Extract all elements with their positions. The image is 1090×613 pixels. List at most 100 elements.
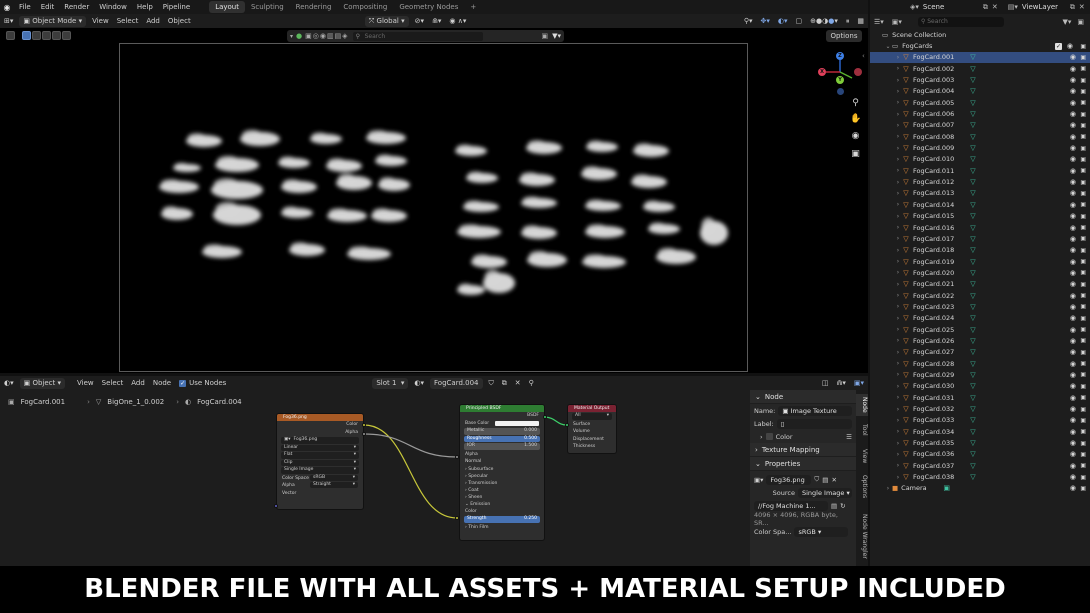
node-menu-node[interactable]: Node [149,378,175,389]
outliner-item[interactable]: › ▽ FogCard.021 ▽ ◉ ▣ [870,279,1090,290]
outliner-item[interactable]: › ▽ FogCard.010 ▽ ◉ ▣ [870,154,1090,165]
color-space-row[interactable]: Color Space sRGB ▾ [277,474,363,483]
tab-node[interactable]: Node [856,394,868,416]
outliner-item[interactable]: › ▽ FogCard.020 ▽ ◉ ▣ [870,267,1090,278]
camera-restrict-icon[interactable]: ▣ [1080,440,1086,447]
tool-toggle-icon[interactable] [6,31,15,40]
eye-icon[interactable]: ◉ [1070,76,1076,84]
menu-render[interactable]: Render [59,3,94,11]
emission-strength-slider[interactable]: Strength 0.250 [464,516,540,523]
camera-restrict-icon[interactable]: ▣ [1080,156,1086,163]
camera-restrict-icon[interactable]: ▣ [1080,247,1086,254]
eye-icon[interactable]: ◉ [1070,246,1076,254]
chevron-right-icon[interactable]: › [894,111,902,118]
shader-editor-type-icon[interactable]: ◐▾ [0,378,18,389]
panel-thin-film[interactable]: › Thin Film [460,524,544,532]
filter-chevron-icon[interactable]: ▾ [290,33,293,40]
chevron-right-icon[interactable]: › [894,326,902,333]
chevron-right-icon[interactable]: › [894,179,902,186]
outliner-item[interactable]: › ▽ FogCard.013 ▽ ◉ ▣ [870,188,1090,199]
outliner-item[interactable]: › ▽ FogCard.003 ▽ ◉ ▣ [870,74,1090,85]
eye-icon[interactable]: ◉ [1070,53,1076,61]
source-dropdown[interactable]: Single Image ▾ [281,467,359,474]
select-extend-icon[interactable] [32,31,41,40]
eye-icon[interactable]: ◉ [1070,462,1076,470]
chevron-right-icon[interactable]: › [894,54,902,61]
camera-restrict-icon[interactable]: ▣ [1080,371,1086,378]
outliner-item[interactable]: › ▽ FogCard.008 ▽ ◉ ▣ [870,131,1090,142]
outliner-item[interactable]: › ▽ FogCard.006 ▽ ◉ ▣ [870,108,1090,119]
image-browse-icon[interactable]: ▣▾ [754,476,763,484]
outliner-item[interactable]: › ▽ FogCard.032 ▽ ◉ ▣ [870,403,1090,414]
filter-icons[interactable]: ▣◎◉▥▤◈ [305,32,348,40]
snap-icon[interactable]: ⋒▾ [428,16,445,27]
fake-user-shield-icon[interactable]: ⛉ [485,378,498,389]
outliner-item[interactable]: › ▽ FogCard.029 ▽ ◉ ▣ [870,369,1090,380]
fake-user-icon[interactable]: ⛉ [814,475,819,484]
outliner-item[interactable]: › ▽ FogCard.011 ▽ ◉ ▣ [870,165,1090,176]
camera-restrict-icon[interactable]: ▣ [1080,462,1086,469]
eye-icon[interactable]: ◉ [1070,326,1076,334]
funnel-icon[interactable]: ▼▾ [552,32,561,40]
menu-file[interactable]: File [14,3,36,11]
snap-node-icon[interactable]: ⋒▾ [832,378,849,389]
outliner-item[interactable]: › ▽ FogCard.014 ▽ ◉ ▣ [870,199,1090,210]
chevron-right-icon[interactable]: › [894,235,902,242]
chevron-right-icon[interactable]: › [894,167,902,174]
fogcards-collection-row[interactable]: ⌄ ▭ FogCards ✓ ◉ ▣ [870,40,1090,51]
outliner-item[interactable]: › ▽ FogCard.031 ▽ ◉ ▣ [870,392,1090,403]
gizmo-neg-x-icon[interactable] [854,68,862,76]
eye-icon[interactable]: ◉ [1070,314,1076,322]
xray-icon[interactable]: ▢ [792,16,807,27]
chevron-right-icon[interactable]: › [894,440,902,447]
camera-restrict-icon[interactable]: ▣ [1080,315,1086,322]
filepath-field[interactable]: //Fog Machine 1... [754,500,828,511]
eye-icon[interactable]: ◉ [1070,484,1076,492]
gizmo-z-icon[interactable]: Z [836,52,844,60]
outliner-search-input[interactable]: ⚲ Search [917,16,1004,27]
scene-icon[interactable]: ◈▾ [910,3,919,11]
eye-icon[interactable]: ◉ [1070,133,1076,141]
camera-restrict-icon[interactable]: ▣ [1080,281,1086,288]
options-dropdown[interactable]: Options [826,30,862,42]
camera-restrict-icon[interactable]: ▣ [1080,43,1086,50]
eye-icon[interactable]: ◉ [1070,87,1076,95]
node-object-dropdown[interactable]: ▣ Object ▾ [19,377,66,389]
outliner-item[interactable]: › ▽ FogCard.023 ▽ ◉ ▣ [870,301,1090,312]
chevron-right-icon[interactable]: › [894,451,902,458]
pivot-icon[interactable]: ⊘▾ [411,16,428,27]
chevron-right-icon[interactable]: › [894,360,902,367]
chevron-right-icon[interactable]: › [894,337,902,344]
vector-input-socket[interactable] [274,504,278,508]
proportional-edit-icon[interactable]: ◉ ∧▾ [445,16,470,27]
render-region-icon[interactable]: ▦ [853,16,868,27]
menu-window[interactable]: Window [94,3,132,11]
surface-input-socket[interactable] [565,423,569,427]
chevron-right-icon[interactable]: › [884,485,892,492]
camera-restrict-icon[interactable]: ▣ [1080,224,1086,231]
panel-sheen[interactable]: › Sheen [460,494,544,501]
source-dropdown[interactable]: Single Image ▾ [798,487,852,498]
camera-restrict-icon[interactable]: ▣ [1080,88,1086,95]
zoom-icon[interactable]: ⚲ [850,98,861,109]
menu-select[interactable]: Select [113,16,143,27]
tab-view[interactable]: View [856,446,868,466]
transform-orientation-dropdown[interactable]: ⤧ Global ▾ [364,15,409,27]
camera-restrict-icon[interactable]: ▣ [1080,451,1086,458]
outliner-item[interactable]: › ▽ FogCard.035 ▽ ◉ ▣ [870,437,1090,448]
camera-restrict-icon[interactable]: ▣ [1080,292,1086,299]
chevron-right-icon[interactable]: › [894,428,902,435]
outliner-item[interactable]: › ▽ FogCard.016 ▽ ◉ ▣ [870,222,1090,233]
outliner-item[interactable]: › ▽ FogCard.034 ▽ ◉ ▣ [870,426,1090,437]
chevron-right-icon[interactable]: › [894,269,902,276]
camera-restrict-icon[interactable]: ▣ [1080,145,1086,152]
chevron-right-icon[interactable]: › [894,474,902,481]
outliner-item[interactable]: › ▽ FogCard.007 ▽ ◉ ▣ [870,120,1090,131]
pause-icon[interactable]: ⏸ [842,16,854,27]
eye-icon[interactable]: ◉ [1070,99,1076,107]
eye-icon[interactable]: ◉ [1070,473,1076,481]
camera-restrict-icon[interactable]: ▣ [1080,65,1086,72]
chevron-right-icon[interactable]: › [894,417,902,424]
duplicate-material-icon[interactable]: ⧉ [498,378,511,389]
extension-dropdown[interactable]: Clip ▾ [281,459,359,466]
